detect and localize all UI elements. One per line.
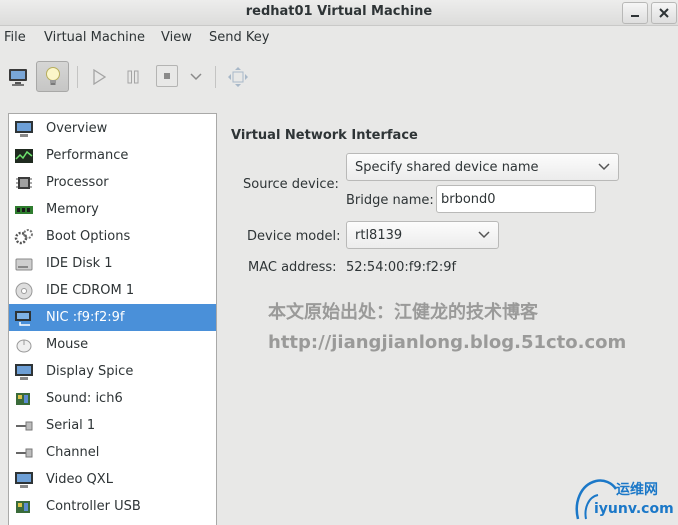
sidebar-item-label: Channel [46,445,100,460]
console-button[interactable] [4,64,32,90]
channel-icon [13,443,35,463]
monitor-icon [9,69,27,86]
sidebar-item-label: IDE Disk 1 [46,256,113,271]
sidebar-item-serial[interactable]: Serial 1 [9,412,216,439]
bridge-name-label: Bridge name: [346,193,434,208]
cdrom-icon [13,281,35,301]
sidebar-item-memory[interactable]: Memory [9,196,216,223]
window-title: redhat01 Virtual Machine [245,4,433,19]
sidebar-item-nic[interactable]: NIC :f9:f2:9f [9,304,216,331]
toolbar-separator [215,66,216,88]
lightbulb-icon [45,66,60,85]
toolbar-separator [77,66,78,88]
sidebar-item-label: Display Spice [46,364,134,379]
sidebar-item-label: Processor [46,175,109,190]
mouse-icon [13,335,35,355]
sidebar-item-video-qxl[interactable]: Video QXL [9,466,216,493]
sidebar-item-processor[interactable]: Processor [9,169,216,196]
mac-address-value: 52:54:00:f9:f2:9f [346,260,457,275]
site-logo: 运维网 iyunv.com [572,473,674,521]
source-device-value: Specify shared device name [355,159,539,175]
menu-view[interactable]: View [161,30,192,45]
watermark-text: 本文原始出处：江健龙的技术博客 [268,302,538,323]
sound-card-icon [13,389,35,409]
sidebar-item-label: Boot Options [46,229,131,244]
sidebar-item-label: Overview [46,121,108,136]
play-icon [93,69,106,85]
source-device-select[interactable]: Specify shared device name [346,153,619,181]
mac-address-label: MAC address: [248,260,337,275]
logo-cn-text: 运维网 [616,482,658,498]
network-card-icon [13,308,35,328]
sidebar-item-label: Video QXL [46,472,113,487]
minimize-icon [631,15,639,17]
chevron-down-icon [190,73,202,81]
section-heading: Virtual Network Interface [231,128,418,143]
pause-button[interactable] [122,66,144,88]
minimize-button[interactable] [622,2,648,24]
sidebar-item-label: IDE CDROM 1 [46,283,135,298]
sidebar-item-boot-options[interactable]: Boot Options [9,223,216,250]
sidebar-item-label: NIC :f9:f2:9f [46,310,125,325]
sidebar-item-label: Controller USB [46,499,141,514]
shutdown-menu-button[interactable] [186,66,206,88]
details-button[interactable] [36,61,69,92]
sidebar-item-mouse[interactable]: Mouse [9,331,216,358]
fullscreen-button[interactable] [226,65,250,89]
device-model-label: Device model: [247,229,341,244]
sidebar-item-ide-disk[interactable]: IDE Disk 1 [9,250,216,277]
sidebar-item-label: Serial 1 [46,418,96,433]
sidebar-item-ide-cdrom[interactable]: IDE CDROM 1 [9,277,216,304]
performance-graph-icon [13,146,35,166]
sidebar-item-overview[interactable]: Overview [9,115,216,142]
pause-icon [127,70,139,84]
sidebar-item-channel[interactable]: Channel [9,439,216,466]
sidebar-item-label: Sound: ich6 [46,391,123,406]
hardware-list: Overview Performance Processor Memory Bo… [8,113,217,525]
sidebar-item-sound[interactable]: Sound: ich6 [9,385,216,412]
logo-url-text: iyunv.com [594,501,674,517]
menu-send-key[interactable]: Send Key [209,30,269,45]
sidebar-item-performance[interactable]: Performance [9,142,216,169]
controller-card-icon [13,497,35,517]
menu-virtual-machine[interactable]: Virtual Machine [44,30,145,45]
sidebar-item-display-spice[interactable]: Display Spice [9,358,216,385]
cpu-chip-icon [13,173,35,193]
close-icon [659,8,669,18]
serial-port-icon [13,416,35,436]
sidebar-item-label: Performance [46,148,129,163]
source-device-label: Source device: [243,177,339,192]
stop-icon [164,73,170,79]
monitor-icon [13,119,35,139]
sidebar-item-label: Mouse [46,337,89,352]
device-model-select[interactable]: rtl8139 [346,221,499,249]
chevron-down-icon [598,163,610,171]
watermark-url: http://jiangjianlong.blog.51cto.com [268,332,627,353]
sidebar-item-label: Memory [46,202,99,217]
sidebar-item-controller-usb[interactable]: Controller USB [9,493,216,520]
fullscreen-icon [228,67,248,87]
shutdown-button[interactable] [156,65,178,87]
run-button[interactable] [88,66,110,88]
close-button[interactable] [651,2,677,24]
hard-disk-icon [13,254,35,274]
menu-file[interactable]: File [4,30,26,45]
memory-module-icon [13,200,35,220]
device-model-value: rtl8139 [355,227,403,243]
display-icon [13,362,35,382]
gears-icon [13,227,35,247]
chevron-down-icon [478,231,490,239]
title-bar: redhat01 Virtual Machine [0,0,678,26]
bridge-name-input[interactable] [436,185,596,213]
video-display-icon [13,470,35,490]
